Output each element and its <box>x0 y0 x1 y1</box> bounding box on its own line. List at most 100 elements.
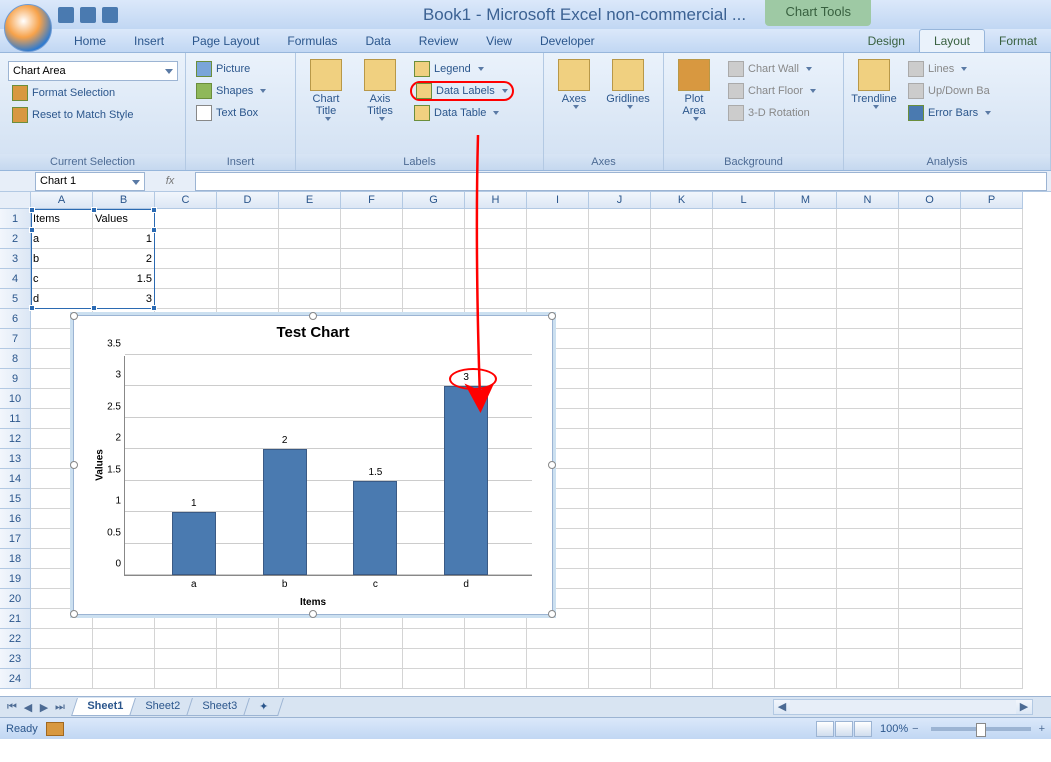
cell[interactable] <box>837 589 899 609</box>
page-layout-view-button[interactable] <box>835 721 853 737</box>
cell[interactable] <box>837 269 899 289</box>
cell[interactable] <box>589 229 651 249</box>
row-header[interactable]: 18 <box>0 549 31 569</box>
column-header[interactable]: C <box>155 192 217 209</box>
cell[interactable] <box>403 229 465 249</box>
cell[interactable]: c <box>31 269 93 289</box>
cell[interactable] <box>775 629 837 649</box>
cell[interactable] <box>217 249 279 269</box>
cell[interactable] <box>589 309 651 329</box>
picture-button[interactable]: Picture <box>192 59 270 79</box>
cell[interactable]: Items <box>31 209 93 229</box>
cell[interactable] <box>961 629 1023 649</box>
cell[interactable] <box>31 669 93 689</box>
data-label[interactable]: 2 <box>264 435 306 446</box>
cell[interactable] <box>651 629 713 649</box>
cell[interactable]: b <box>31 249 93 269</box>
row-header[interactable]: 6 <box>0 309 31 329</box>
cell[interactable] <box>651 349 713 369</box>
cell[interactable] <box>775 389 837 409</box>
cell[interactable] <box>341 269 403 289</box>
row-header[interactable]: 23 <box>0 649 31 669</box>
row-header[interactable]: 20 <box>0 589 31 609</box>
cell[interactable] <box>217 289 279 309</box>
cell[interactable] <box>155 289 217 309</box>
legend-button[interactable]: Legend <box>410 59 514 79</box>
cell[interactable] <box>775 549 837 569</box>
cell[interactable] <box>899 649 961 669</box>
cell[interactable] <box>837 449 899 469</box>
cell[interactable] <box>527 249 589 269</box>
cell[interactable] <box>961 489 1023 509</box>
data-labels-button[interactable]: Data Labels <box>410 81 514 101</box>
textbox-button[interactable]: Text Box <box>192 103 270 123</box>
cell[interactable] <box>713 529 775 549</box>
column-header[interactable]: L <box>713 192 775 209</box>
cell[interactable] <box>589 589 651 609</box>
cell[interactable] <box>899 409 961 429</box>
cell[interactable] <box>279 269 341 289</box>
chart-bar[interactable]: 1 <box>172 512 216 575</box>
cell[interactable] <box>837 289 899 309</box>
cell[interactable] <box>837 309 899 329</box>
cell[interactable] <box>651 529 713 549</box>
cell[interactable] <box>713 549 775 569</box>
gridlines-button[interactable]: Gridlines <box>602 57 654 111</box>
cell[interactable] <box>279 249 341 269</box>
cell[interactable] <box>713 569 775 589</box>
select-all-corner[interactable] <box>0 192 31 209</box>
row-header[interactable]: 12 <box>0 429 31 449</box>
cell[interactable] <box>899 249 961 269</box>
cell[interactable] <box>961 369 1023 389</box>
cell[interactable] <box>713 329 775 349</box>
cell[interactable] <box>589 549 651 569</box>
cell[interactable] <box>403 209 465 229</box>
cell[interactable] <box>713 469 775 489</box>
cell[interactable] <box>775 209 837 229</box>
cell[interactable] <box>217 629 279 649</box>
cell[interactable] <box>589 429 651 449</box>
page-break-view-button[interactable] <box>854 721 872 737</box>
cell[interactable] <box>837 389 899 409</box>
horizontal-scrollbar[interactable]: ◀▶ <box>773 699 1033 715</box>
cell[interactable] <box>775 509 837 529</box>
tab-data[interactable]: Data <box>351 30 404 52</box>
cell[interactable] <box>279 649 341 669</box>
cell[interactable] <box>899 549 961 569</box>
cell[interactable] <box>899 589 961 609</box>
column-header[interactable]: D <box>217 192 279 209</box>
cell[interactable] <box>527 649 589 669</box>
cell[interactable] <box>589 529 651 549</box>
chart-bar[interactable]: 3 <box>444 386 488 575</box>
row-header[interactable]: 17 <box>0 529 31 549</box>
cell[interactable] <box>651 229 713 249</box>
formula-bar[interactable] <box>195 172 1047 191</box>
row-header[interactable]: 15 <box>0 489 31 509</box>
cell[interactable] <box>961 509 1023 529</box>
cell[interactable] <box>775 669 837 689</box>
cell[interactable] <box>651 389 713 409</box>
cell[interactable] <box>341 669 403 689</box>
cell[interactable] <box>775 249 837 269</box>
cell[interactable] <box>651 449 713 469</box>
cell[interactable] <box>713 269 775 289</box>
zoom-out-icon[interactable]: − <box>912 723 918 735</box>
data-label[interactable]: 3 <box>445 372 487 383</box>
cell[interactable] <box>775 229 837 249</box>
column-header[interactable]: J <box>589 192 651 209</box>
cell[interactable] <box>899 209 961 229</box>
cell[interactable] <box>403 269 465 289</box>
cell[interactable] <box>651 329 713 349</box>
cell[interactable] <box>961 409 1023 429</box>
cell[interactable] <box>713 629 775 649</box>
data-table-button[interactable]: Data Table <box>410 103 514 123</box>
column-header[interactable]: N <box>837 192 899 209</box>
column-header[interactable]: A <box>31 192 93 209</box>
cell[interactable] <box>651 489 713 509</box>
cell[interactable] <box>341 629 403 649</box>
undo-icon[interactable] <box>80 7 96 23</box>
row-header[interactable]: 10 <box>0 389 31 409</box>
cell[interactable] <box>589 269 651 289</box>
tab-page-layout[interactable]: Page Layout <box>178 30 273 52</box>
data-label[interactable]: 1.5 <box>354 467 396 478</box>
